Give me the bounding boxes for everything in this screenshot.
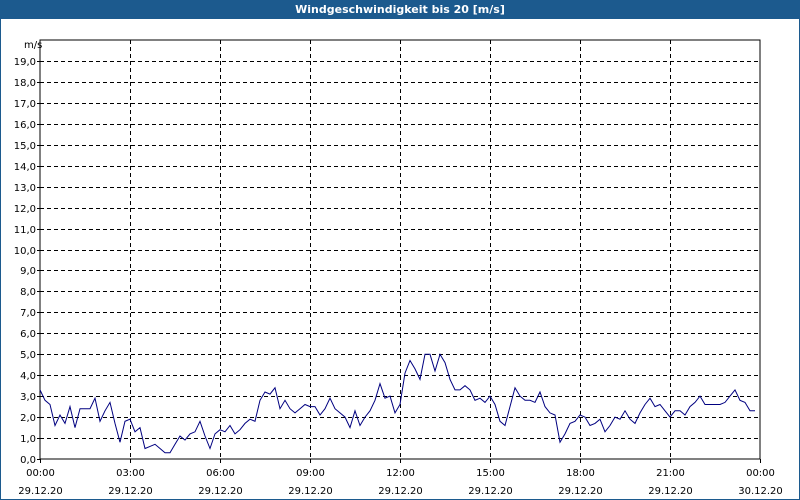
y-tick-label: 1,0 — [20, 434, 36, 445]
x-tick-date-label: 29.12.20 — [378, 486, 423, 497]
x-tick-time-label: 12:00 — [386, 468, 415, 479]
x-tick-time-label: 18:00 — [566, 468, 595, 479]
y-tick-label: 8,0 — [20, 287, 36, 298]
y-tick-label: 11,0 — [14, 225, 36, 236]
y-tick-label: 13,0 — [14, 183, 36, 194]
x-tick-date-label: 30.12.20 — [738, 486, 783, 497]
y-tick-label: 18,0 — [14, 78, 36, 89]
x-tick-time-label: 21:00 — [656, 468, 685, 479]
x-tick-time-label: 06:00 — [206, 468, 235, 479]
y-tick-label: 6,0 — [20, 329, 36, 340]
y-tick-label: 0,0 — [20, 455, 36, 466]
y-tick-label: 9,0 — [20, 266, 36, 277]
x-tick-date-label: 29.12.20 — [558, 486, 603, 497]
y-tick-label: 14,0 — [14, 162, 36, 173]
y-tick-label: 3,0 — [20, 392, 36, 403]
x-tick-date-label: 29.12.20 — [648, 486, 693, 497]
x-tick-date-label: 29.12.20 — [288, 486, 333, 497]
x-tick-date-label: 29.12.20 — [198, 486, 243, 497]
y-tick-label: 10,0 — [14, 246, 36, 257]
y-tick-label: 4,0 — [20, 371, 36, 382]
y-tick-label: 16,0 — [14, 120, 36, 131]
x-axis: 00:00 29.12.20 03:00 29.12.20 06:00 29.12.20 0… — [18, 459, 783, 497]
x-tick-date-label: 29.12.20 — [18, 486, 63, 497]
x-tick-date-label: 29.12.20 — [468, 486, 513, 497]
y-tick-label: 5,0 — [20, 350, 36, 361]
y-tick-label: 15,0 — [14, 141, 36, 152]
x-tick-time-label: 03:00 — [116, 468, 145, 479]
y-axis-label: m/s — [24, 40, 42, 51]
y-tick-label: 19,0 — [14, 57, 36, 68]
y-tick-label: 7,0 — [20, 308, 36, 319]
y-tick-label: 2,0 — [20, 413, 36, 424]
x-tick-time-label: 00:00 — [746, 468, 775, 479]
x-tick-time-label: 15:00 — [476, 468, 505, 479]
x-tick-time-label: 00:00 — [26, 468, 55, 479]
y-tick-label: 12,0 — [14, 204, 36, 215]
x-tick-time-label: 09:00 — [296, 468, 325, 479]
y-axis: 0,0 1,0 2,0 3,0 4,0 5,0 6,0 7,0 8,0 9,0 10,0 11,0 12… — [14, 57, 40, 466]
wind-speed-chart: 0,0 1,0 2,0 3,0 4,0 5,0 6,0 7,0 8,0 9,0 10,0 11,0 12… — [14, 39, 783, 497]
y-tick-label: 17,0 — [14, 99, 36, 110]
x-tick-date-label: 29.12.20 — [108, 486, 153, 497]
